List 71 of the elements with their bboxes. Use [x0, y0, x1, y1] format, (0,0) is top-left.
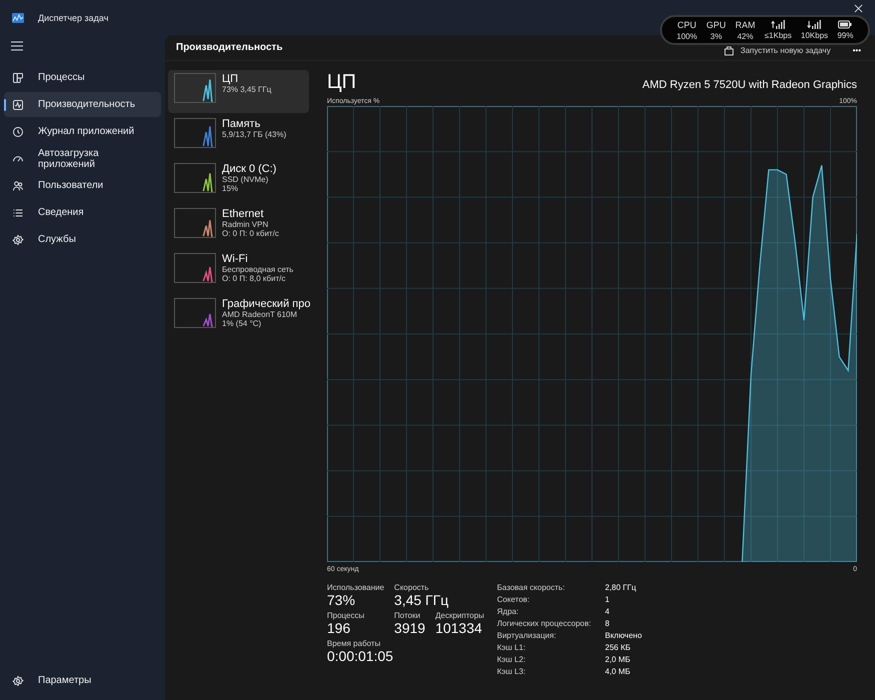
processes-icon — [12, 72, 24, 84]
sidebar-item[interactable]: Пользователи — [4, 173, 161, 198]
details-icon — [12, 206, 24, 218]
stat-value: 3919 — [394, 620, 426, 636]
run-task-button[interactable]: Запустить новую задачу — [718, 42, 837, 60]
stat-value: 196 — [327, 620, 352, 636]
property-label: Кэш L1: — [497, 643, 527, 652]
stat-value: 0:00:01:05 — [327, 648, 394, 664]
sidebar-item[interactable]: Сведения — [4, 200, 161, 225]
stat-label: Дескрипторы — [435, 611, 484, 620]
property-label: Базовая скорость: — [497, 583, 566, 592]
sidebar-item[interactable]: Процессы — [4, 65, 161, 90]
property-value: 256 КБ — [605, 643, 632, 652]
stat-value: 73% — [327, 592, 356, 608]
metric-label: RAM — [735, 20, 756, 30]
sidebar-item[interactable]: Автозагрузка приложений — [4, 146, 161, 171]
property-value: 2,0 МБ — [605, 655, 632, 664]
property-label: Кэш L2: — [497, 655, 527, 664]
property-label: Сокетов: — [497, 595, 530, 604]
stat-label: Время работы — [327, 639, 382, 648]
device-item[interactable]: ЦП 73% 3,45 ГГц — [168, 70, 309, 113]
cpu-model: AMD Ryzen 5 7520U with Radeon Graphics — [642, 79, 857, 91]
device-item[interactable]: Wi-Fi Беспроводная сеть О: 0 П: 8,0 кбит/с — [168, 250, 309, 293]
stat-label: Процессы — [327, 611, 366, 620]
stat-label: Использование — [327, 583, 384, 592]
page-title: Производительность — [176, 42, 283, 53]
property-value: 1 — [605, 595, 610, 604]
new-task-icon — [724, 46, 734, 56]
performance-icon — [12, 98, 24, 110]
property-label: Кэш L3: — [497, 667, 527, 676]
device-item[interactable]: Графический про AMD RadeonT 610M 1% (54 °C) — [168, 295, 309, 338]
metric-value: 99% — [837, 31, 854, 40]
upload-signal-icon — [771, 20, 786, 29]
metric-value: 10Kbps — [800, 31, 828, 40]
property-value: 4,0 МБ — [605, 667, 632, 676]
close-icon[interactable] — [854, 4, 863, 13]
settings-icon — [12, 674, 24, 686]
stat-value: 3,45 ГГц — [394, 592, 450, 608]
metric-value: 42% — [737, 32, 754, 40]
history-icon — [12, 126, 24, 138]
property-label: Виртуализация: — [497, 631, 558, 640]
window-title: Диспетчер задач — [38, 12, 108, 22]
property-label: Ядра: — [497, 607, 520, 616]
metric-label: CPU — [677, 20, 696, 30]
device-item[interactable]: Ethernet Radmin VPN О: 0 П: 0 кбит/с — [168, 205, 309, 248]
property-value: Включено — [605, 631, 642, 640]
menu-icon[interactable] — [11, 41, 23, 51]
battery-icon — [838, 20, 852, 29]
property-label: Логических процессоров: — [497, 619, 592, 628]
stat-label: Потоки — [394, 611, 422, 620]
device-item[interactable]: Память 5,9/13,7 ГБ (43%) — [168, 115, 309, 158]
property-value: 2,80 ГГц — [605, 583, 638, 592]
services-icon — [12, 234, 24, 246]
sidebar-item[interactable]: Журнал приложений — [4, 119, 161, 144]
sidebar-item[interactable]: Производительность — [4, 92, 161, 117]
metric-value: 100% — [676, 32, 698, 40]
device-item[interactable]: Диск 0 (C:) SSD (NVMe) 15% — [168, 160, 309, 203]
more-button[interactable]: ••• — [850, 44, 863, 57]
metric-value: ≤1Kbps — [764, 31, 792, 40]
users-icon — [12, 180, 24, 192]
stat-label: Скорость — [394, 583, 430, 592]
metric-value: 3% — [710, 32, 722, 40]
settings-item[interactable]: Параметры — [4, 668, 161, 693]
app-icon — [12, 12, 24, 22]
metric-label: GPU — [706, 20, 726, 30]
property-value: 8 — [605, 619, 610, 628]
sidebar-item[interactable]: Службы — [4, 227, 161, 252]
stat-value: 101334 — [435, 620, 484, 636]
property-value: 4 — [605, 607, 610, 616]
section-title: ЦП — [327, 71, 356, 94]
download-signal-icon — [807, 20, 822, 29]
